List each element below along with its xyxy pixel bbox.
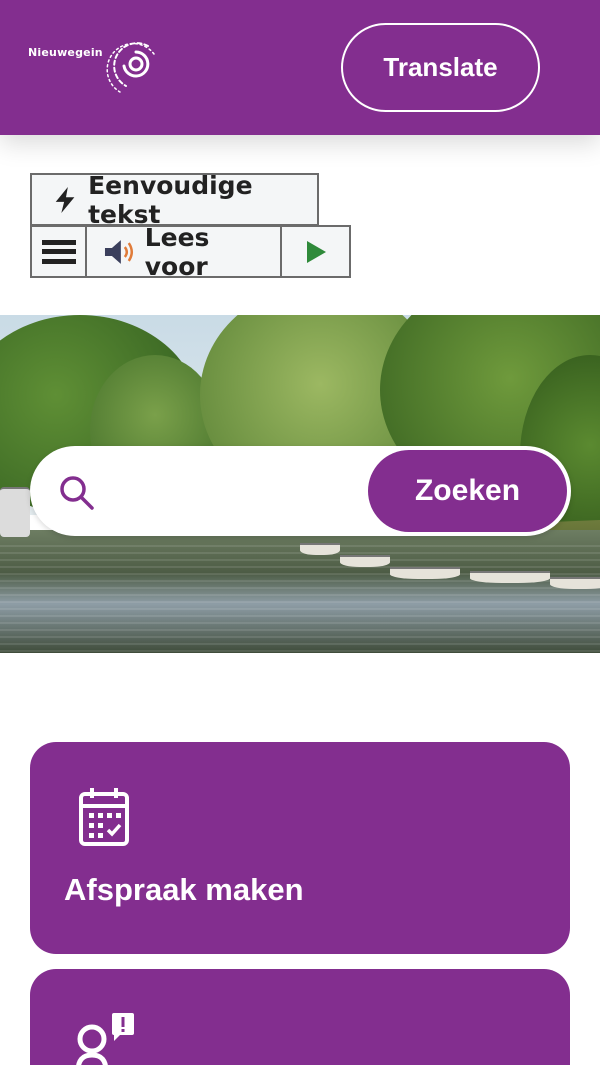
speaker-icon	[104, 239, 133, 264]
read-aloud-label: Lees voor	[144, 222, 210, 281]
simple-text-button[interactable]: Eenvoudige tekst	[30, 170, 319, 229]
read-aloud-menu-button[interactable]	[32, 227, 87, 276]
site-header: Nieuwegein Translate	[0, 0, 600, 135]
translate-button[interactable]: Translate	[341, 23, 540, 112]
search-icon	[60, 476, 94, 510]
search-input[interactable]	[110, 461, 390, 521]
play-icon	[306, 240, 326, 263]
search-bar: Zoeken	[30, 446, 571, 536]
hamburger-icon	[41, 239, 76, 264]
lightning-icon	[55, 186, 75, 213]
logo-text: Nieuwegein	[28, 46, 103, 59]
read-aloud-button[interactable]: Lees voor	[87, 223, 282, 281]
card-title: Afspraak maken	[64, 872, 304, 907]
person-alert-icon	[76, 1013, 134, 1065]
simple-text-label: Eenvoudige tekst	[88, 170, 253, 229]
card-melding[interactable]	[30, 969, 570, 1065]
search-button[interactable]: Zoeken	[368, 450, 567, 532]
card-afspraak-maken[interactable]: Afspraak maken	[30, 742, 570, 954]
calendar-icon	[79, 788, 129, 846]
logo-spiral-icon	[106, 42, 155, 93]
play-button[interactable]	[282, 227, 349, 276]
nieuwegein-logo[interactable]: Nieuwegein	[28, 36, 168, 98]
read-aloud-bar: Lees voor	[30, 223, 351, 281]
